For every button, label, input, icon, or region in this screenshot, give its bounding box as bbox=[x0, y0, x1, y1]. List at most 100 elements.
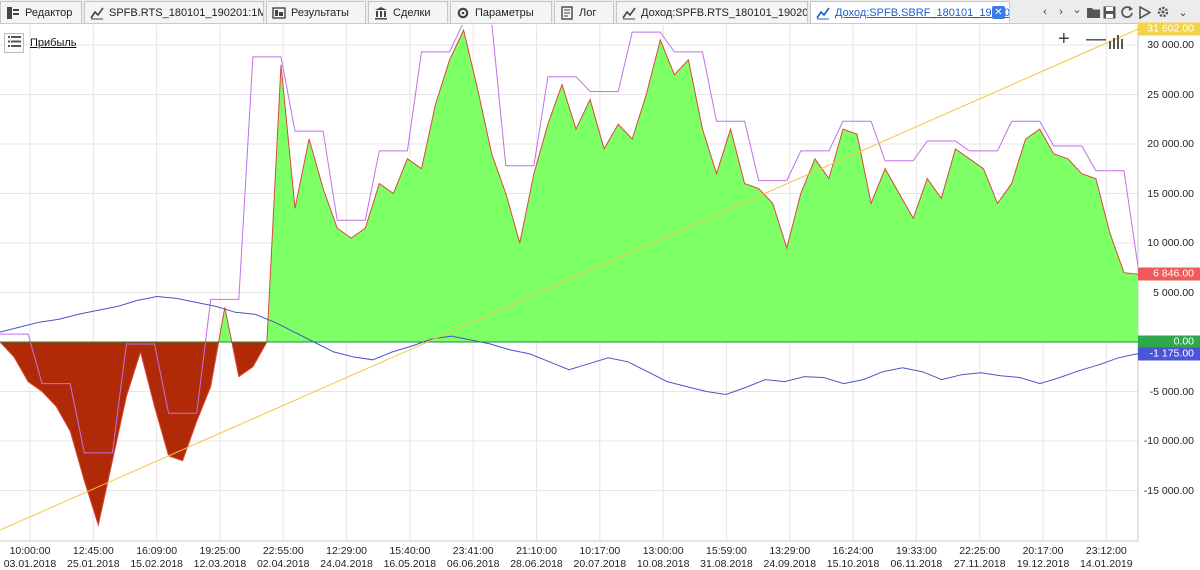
y-tick-label: 15 000.00 bbox=[1147, 187, 1194, 200]
tab-label: Лог bbox=[579, 6, 597, 19]
tab-bar: Редактор SPFB.RTS_180101_190201:1M Резул… bbox=[0, 0, 1200, 24]
x-tick-date: 02.04.2018 bbox=[256, 558, 310, 570]
y-tick-label: -5 000.00 bbox=[1149, 385, 1194, 398]
x-tick-time: 16:09:00 bbox=[136, 545, 178, 557]
x-tick-time: 21:10:00 bbox=[516, 545, 557, 557]
chart-icon bbox=[89, 5, 105, 21]
y-value-marker: 6 846.00 bbox=[1138, 267, 1200, 281]
x-tick-time: 22:55:00 bbox=[262, 545, 304, 557]
y-tick-label: 25 000.00 bbox=[1147, 88, 1194, 101]
x-tick-time: 12:45:00 bbox=[72, 545, 114, 557]
close-icon[interactable]: ✕ bbox=[992, 6, 1005, 19]
log-icon bbox=[559, 5, 575, 21]
x-tick-label: 10:17:00 20.07.2018 bbox=[574, 545, 627, 570]
x-tick-label: 16:09:00 15.02.2018 bbox=[130, 545, 183, 570]
x-tick-label: 23:41:00 06.06.2018 bbox=[447, 545, 500, 570]
x-tick-date: 15.02.2018 bbox=[130, 558, 183, 570]
x-tick-date: 12.03.2018 bbox=[193, 558, 247, 570]
x-tick-label: 15:40:00 16.05.2018 bbox=[384, 545, 437, 570]
x-tick-time: 19:33:00 bbox=[895, 545, 937, 557]
zoom-in-button[interactable]: + bbox=[1058, 29, 1070, 49]
x-tick-date: 31.08.2018 bbox=[700, 558, 753, 570]
x-tick-time: 15:40:00 bbox=[389, 545, 431, 557]
x-tick-date: 19.12.2018 bbox=[1016, 558, 1070, 570]
y-tick-label: 20 000.00 bbox=[1147, 138, 1194, 150]
x-tick-label: 16:24:00 15.10.2018 bbox=[827, 545, 880, 570]
tab-income-sbrf[interactable]: Доход:SPFB.SBRF_180101_190201 ✕ bbox=[810, 1, 1010, 23]
tab-label: Сделки bbox=[393, 6, 431, 19]
x-tick-label: 21:10:00 28.06.2018 bbox=[510, 545, 563, 570]
x-tick-label: 19:25:00 12.03.2018 bbox=[194, 545, 247, 570]
deals-icon bbox=[373, 5, 389, 21]
x-tick-label: 12:29:00 24.04.2018 bbox=[320, 545, 373, 570]
x-tick-time: 23:12:00 bbox=[1085, 545, 1127, 557]
list-icon bbox=[7, 36, 21, 50]
x-tick-label: 20:17:00 19.12.2018 bbox=[1017, 545, 1070, 570]
x-tick-time: 13:00:00 bbox=[642, 545, 684, 557]
chart-canvas[interactable] bbox=[0, 25, 1200, 570]
x-tick-date: 24.04.2018 bbox=[320, 558, 373, 570]
x-tick-label: 22:25:00 27.11.2018 bbox=[954, 545, 1006, 570]
tab-label: Параметры bbox=[475, 6, 534, 19]
play-icon[interactable] bbox=[1136, 3, 1154, 21]
x-tick-time: 19:25:00 bbox=[199, 545, 241, 557]
y-tick-label: 5 000.00 bbox=[1153, 286, 1194, 299]
x-tick-label: 19:33:00 06.11.2018 bbox=[891, 545, 943, 570]
x-tick-time: 13:29:00 bbox=[769, 545, 811, 557]
x-tick-label: 13:29:00 24.09.2018 bbox=[763, 545, 816, 570]
tab-editor[interactable]: Редактор bbox=[0, 1, 82, 23]
x-tick-time: 10:17:00 bbox=[579, 545, 621, 557]
x-tick-date: 15.10.2018 bbox=[826, 558, 880, 570]
y-value-marker: -1 175.00 bbox=[1138, 347, 1200, 361]
x-tick-label: 22:55:00 02.04.2018 bbox=[257, 545, 310, 570]
x-tick-date: 25.01.2018 bbox=[67, 558, 120, 570]
scale-toggle-icon[interactable] bbox=[1108, 33, 1124, 53]
x-tick-date: 27.11.2018 bbox=[953, 558, 1006, 570]
refresh-icon[interactable] bbox=[1118, 3, 1136, 21]
tab-label: Результаты bbox=[291, 6, 349, 19]
x-tick-label: 13:00:00 10.08.2018 bbox=[637, 545, 690, 570]
tab-params[interactable]: Параметры bbox=[450, 1, 552, 23]
x-tick-date: 24.09.2018 bbox=[763, 558, 817, 570]
x-tick-time: 12:29:00 bbox=[326, 545, 367, 557]
gear-icon bbox=[455, 5, 471, 21]
tab-label: Редактор bbox=[25, 6, 73, 19]
x-tick-label: 12:45:00 25.01.2018 bbox=[67, 545, 120, 570]
x-tick-label: 23:12:00 14.01.2019 bbox=[1080, 545, 1133, 570]
tab-income-rts[interactable]: Доход:SPFB.RTS_180101_190201 bbox=[616, 1, 808, 23]
x-tick-date: 06.06.2018 bbox=[446, 558, 500, 570]
x-tick-date: 14.01.2019 bbox=[1080, 558, 1133, 570]
x-tick-time: 16:24:00 bbox=[832, 545, 874, 557]
x-tick-time: 10:00:00 bbox=[9, 545, 51, 557]
y-tick-label: 10 000.00 bbox=[1147, 237, 1194, 249]
y-value-marker: 31 602.00 bbox=[1138, 22, 1200, 36]
x-tick-date: 03.01.2018 bbox=[3, 558, 57, 570]
y-tick-label: -10 000.00 bbox=[1143, 435, 1194, 447]
chart-icon bbox=[815, 5, 831, 21]
x-tick-label: 15:59:00 31.08.2018 bbox=[700, 545, 753, 570]
x-tick-date: 10.08.2018 bbox=[636, 558, 690, 570]
y-tick-label: 30 000.00 bbox=[1147, 39, 1194, 51]
x-tick-time: 23:41:00 bbox=[452, 545, 494, 557]
save-icon[interactable] bbox=[1100, 3, 1118, 21]
y-tick-label: -15 000.00 bbox=[1143, 484, 1194, 497]
x-tick-label: 10:00:00 03.01.2018 bbox=[4, 545, 57, 570]
tab-chart-rts[interactable]: SPFB.RTS_180101_190201:1M bbox=[84, 1, 264, 23]
tab-deals[interactable]: Сделки bbox=[368, 1, 448, 23]
tab-log[interactable]: Лог bbox=[554, 1, 614, 23]
x-tick-date: 16.05.2018 bbox=[383, 558, 437, 570]
tab-label: Доход:SPFB.SBRF_180101_190201 bbox=[835, 6, 1010, 19]
profit-chart: Прибыль + — 30 000.00 25 000.00 20 000.00 1… bbox=[0, 22, 1200, 570]
chart-menu-button[interactable] bbox=[4, 33, 24, 53]
tab-results[interactable]: Результаты bbox=[266, 1, 366, 23]
chart-title: Прибыль bbox=[30, 37, 77, 49]
x-tick-date: 06.11.2018 bbox=[890, 558, 943, 570]
settings-icon[interactable] bbox=[1154, 3, 1172, 21]
x-tick-time: 20:17:00 bbox=[1022, 545, 1064, 557]
x-tick-time: 22:25:00 bbox=[959, 545, 1001, 557]
zoom-out-button[interactable]: — bbox=[1086, 29, 1106, 49]
dropdown-icon[interactable]: ⌄ bbox=[1174, 3, 1192, 21]
tab-label: SPFB.RTS_180101_190201:1M bbox=[109, 6, 264, 19]
results-icon bbox=[271, 5, 287, 21]
x-tick-date: 20.07.2018 bbox=[573, 558, 627, 570]
